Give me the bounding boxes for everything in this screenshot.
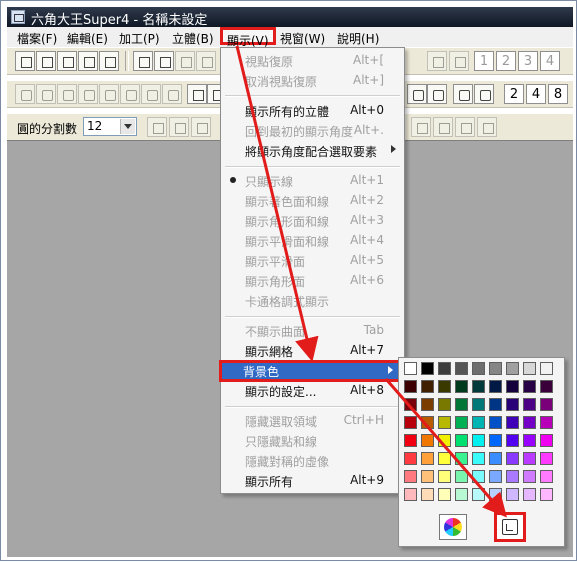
- screenshot-frame: 六角大王Super4 - 名稱未設定 檔案(F) 編輯(E) 加工(P) 立體(…: [0, 0, 577, 561]
- annotation-arrow-to-background-color: [235, 45, 319, 362]
- annotation-arrows: [235, 45, 507, 518]
- annotation-arrow-to-custom-color: [384, 378, 507, 518]
